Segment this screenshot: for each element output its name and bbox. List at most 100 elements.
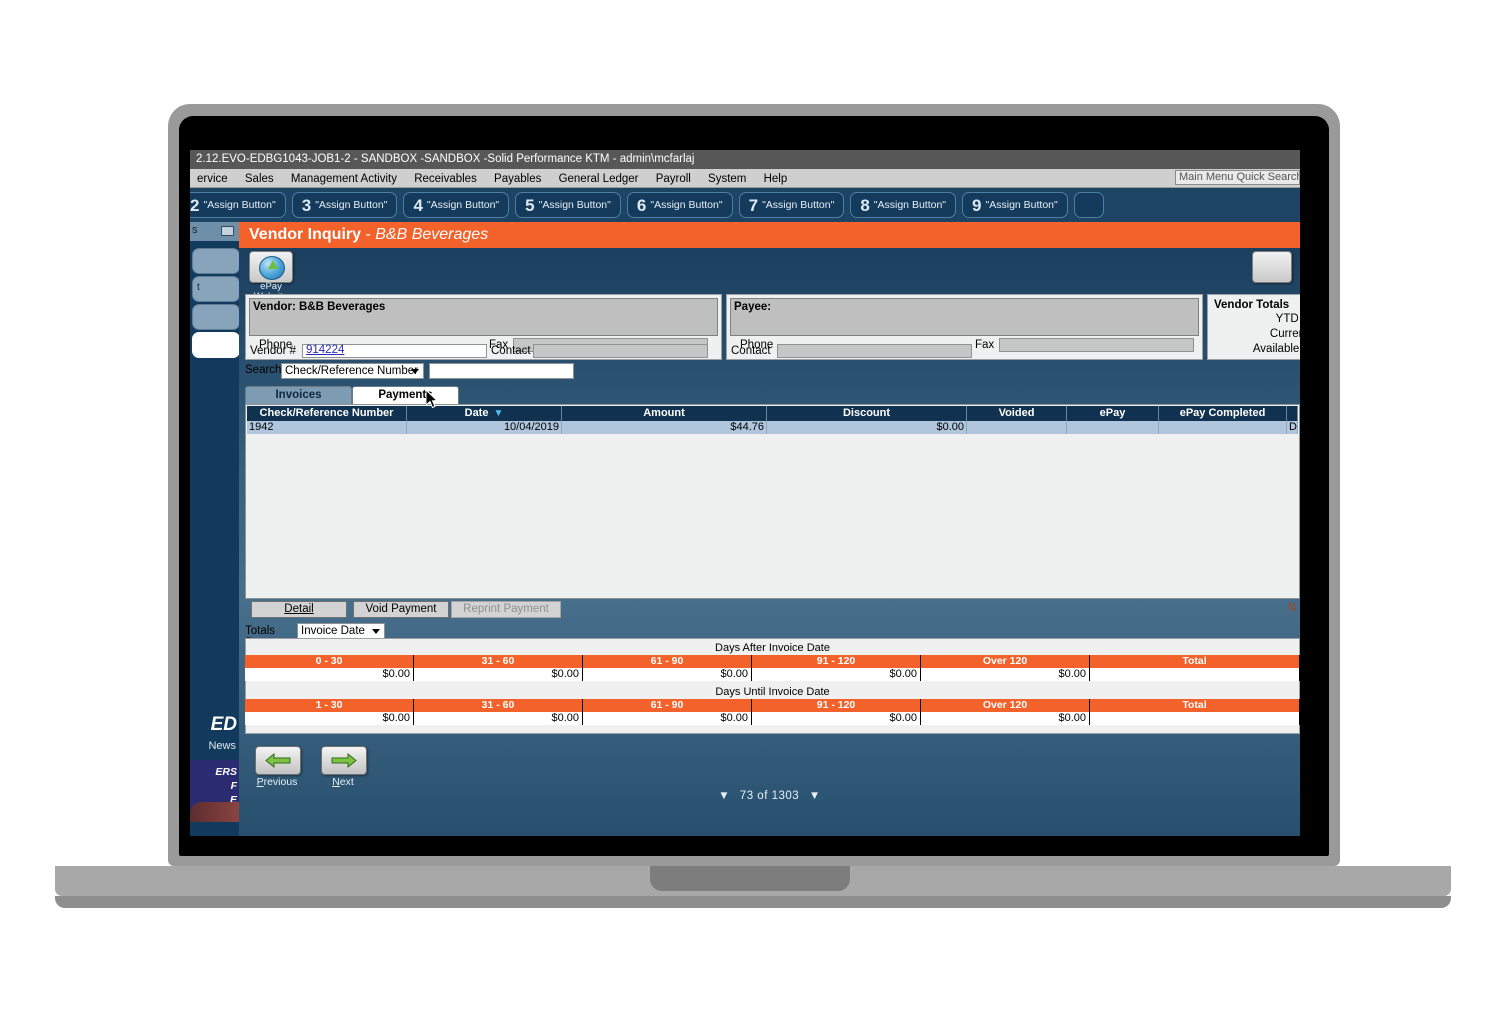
aging-table-until: 1 - 30 31 - 60 61 - 90 91 - 120 Over 120 Tota… — [245, 699, 1300, 725]
aging-column-header: 61 - 90 — [583, 655, 752, 668]
assign-button-6[interactable]: 6 "Assign Button" — [626, 192, 733, 218]
table-cell[interactable] — [967, 421, 1067, 434]
table-row[interactable]: 194210/04/2019$44.76$0.00 D1 — [247, 421, 1298, 434]
assign-button-8[interactable]: 8 "Assign Button" — [850, 192, 957, 218]
aging-value-cell: $0.00 — [245, 668, 414, 681]
reprint-payment-button[interactable]: Reprint Payment — [451, 601, 561, 618]
aging-column-header: 91 - 120 — [752, 699, 921, 712]
sidebar-button-2[interactable]: t — [192, 276, 239, 302]
menu-item-payables[interactable]: Payables — [487, 169, 548, 187]
column-header-check-reference-number[interactable]: Check/Reference Number — [247, 406, 407, 421]
assign-button-4[interactable]: 4 "Assign Button" — [403, 192, 510, 218]
column-header-label: Amount — [643, 407, 685, 419]
assign-button-7[interactable]: 7 "Assign Button" — [738, 192, 845, 218]
vendor-inquiry-content: ePay Website Vendor: B&B Beverages Phone… — [239, 248, 1300, 836]
column-header-voided[interactable]: Voided — [967, 406, 1067, 421]
aging-column-header: Total — [1090, 655, 1300, 668]
pager-next-triangle[interactable]: ▼ — [809, 790, 821, 802]
payee-contact-input[interactable] — [777, 344, 972, 358]
assign-button-3[interactable]: 3 "Assign Button" — [291, 192, 398, 218]
aging-value-cell: $0.00 — [921, 712, 1090, 725]
table-cell[interactable]: 10/04/2019 — [407, 421, 562, 434]
menu-item-payroll[interactable]: Payroll — [649, 169, 698, 187]
totals-by-select[interactable]: Invoice Date — [297, 623, 385, 639]
vendor-contact-input[interactable] — [533, 344, 708, 358]
payee-panel: Payee: Phone Fax Contact — [726, 294, 1203, 360]
previous-button[interactable] — [255, 746, 301, 775]
assign-button-3-label: "Assign Button" — [315, 199, 388, 211]
assign-button-9-number: 9 — [972, 196, 982, 215]
search-field-select[interactable]: Check/Reference Number — [281, 363, 424, 379]
column-header-epay-completed[interactable]: ePay Completed — [1159, 406, 1287, 421]
printer-icon[interactable] — [221, 226, 234, 236]
aging-table-after: 0 - 30 31 - 60 61 - 90 91 - 120 Over 120 Tota… — [245, 655, 1300, 681]
previous-button-label: Previous — [250, 776, 304, 788]
assign-button-5[interactable]: 5 "Assign Button" — [515, 192, 621, 218]
menu-item-sales[interactable]: Sales — [238, 169, 281, 187]
void-payment-button[interactable]: Void Payment — [353, 601, 449, 618]
payee-fax-label: Fax — [975, 339, 995, 351]
search-input[interactable] — [429, 363, 574, 379]
column-header-label: Discount — [842, 407, 891, 419]
table-cell[interactable]: $44.76 — [562, 421, 767, 434]
assign-button-9[interactable]: 9 "Assign Button" — [962, 192, 1068, 218]
assign-button-next-partial[interactable] — [1073, 192, 1104, 218]
table-cell[interactable] — [1067, 421, 1159, 434]
aging-column-header: 0 - 30 — [245, 655, 414, 668]
aging-column-header: 31 - 60 — [414, 699, 583, 712]
actions-right-partial-label: N — [1287, 602, 1296, 614]
assign-button-2[interactable]: 2 "Assign Button" — [190, 192, 286, 218]
payee-fax-input[interactable] — [999, 338, 1194, 352]
menu-bar: ervice Sales Management Activity Receiva… — [190, 169, 1300, 188]
column-header-discount[interactable]: Discount — [767, 406, 967, 421]
vendor-number-link[interactable]: 914224 — [306, 344, 344, 356]
pager-current: 73 — [739, 790, 754, 802]
vendor-number-input[interactable]: 914224 — [302, 344, 487, 358]
menu-item-general-ledger[interactable]: General Ledger — [552, 169, 646, 187]
tab-payments[interactable]: Payments — [352, 386, 459, 404]
aging-value-cell — [1090, 668, 1300, 681]
pager-prev-triangle[interactable]: ▼ — [718, 790, 730, 802]
epay-website-button[interactable] — [249, 251, 293, 283]
aging-after-header: 0 - 30 31 - 60 61 - 90 91 - 120 Over 120 Tota… — [245, 655, 1300, 668]
application-window: 2.12.EVO-EDBG1043-JOB1-2 - SANDBOX -SAND… — [190, 150, 1300, 836]
table-cell[interactable]: 1942 — [247, 421, 407, 434]
assign-button-bar: 2 "Assign Button" 3 "Assign Button" 4 "Assign… — [190, 188, 1300, 222]
sidebar-button-3[interactable] — [192, 304, 239, 330]
vendor-totals-title: Vendor Totals — [1214, 299, 1290, 311]
menu-item-management-activity[interactable]: Management Activity — [284, 169, 404, 187]
aging-value-cell: $0.00 — [752, 668, 921, 681]
column-header-label: Date — [464, 407, 489, 419]
quick-search-input[interactable]: Main Menu Quick Search — [1175, 170, 1300, 185]
aging-until-values: $0.00 $0.00 $0.00 $0.00 $0.00 — [245, 712, 1300, 725]
column-header-label: Check/Reference Number — [259, 407, 394, 419]
aging-column-header: 31 - 60 — [414, 655, 583, 668]
chevron-down-icon — [372, 629, 380, 634]
previous-rest: revious — [263, 776, 298, 788]
vendor-totals-panel: Vendor Totals YTD Payments Current Balan… — [1207, 294, 1300, 360]
table-cell[interactable]: $0.00 — [767, 421, 967, 434]
column-header-epay[interactable]: ePay — [1067, 406, 1159, 421]
toolbar-right-button[interactable] — [1252, 251, 1292, 283]
next-button[interactable] — [321, 746, 367, 775]
menu-item-service[interactable]: ervice — [190, 169, 235, 187]
sidebar-advertisement[interactable]: ERS F E — [190, 760, 239, 822]
menu-item-system[interactable]: System — [701, 169, 753, 187]
table-cell[interactable] — [1159, 421, 1287, 434]
screenshot-stage: 2.12.EVO-EDBG1043-JOB1-2 - SANDBOX -SAND… — [0, 0, 1500, 1035]
assign-button-6-number: 6 — [636, 196, 647, 215]
menu-item-help[interactable]: Help — [757, 169, 795, 187]
sidebar-tab-label[interactable]: s — [192, 224, 198, 236]
table-cell[interactable]: D1 — [1287, 421, 1298, 434]
column-header-amount[interactable]: Amount — [562, 406, 767, 421]
sidebar-button-4[interactable] — [192, 332, 239, 358]
sidebar-news-label: News — [208, 740, 236, 752]
tab-invoices[interactable]: Invoices — [245, 386, 352, 404]
sidebar-button-1[interactable] — [192, 248, 239, 274]
column-header-blank[interactable] — [1287, 406, 1298, 421]
vendor-panel: Vendor: B&B Beverages Phone Fax Vendor #… — [245, 294, 722, 360]
menu-item-receivables[interactable]: Receivables — [407, 169, 484, 187]
sidebar-button-2-label: t — [197, 282, 200, 293]
assign-button-6-label: "Assign Button" — [650, 199, 723, 211]
detail-button[interactable]: Detail — [251, 601, 347, 618]
